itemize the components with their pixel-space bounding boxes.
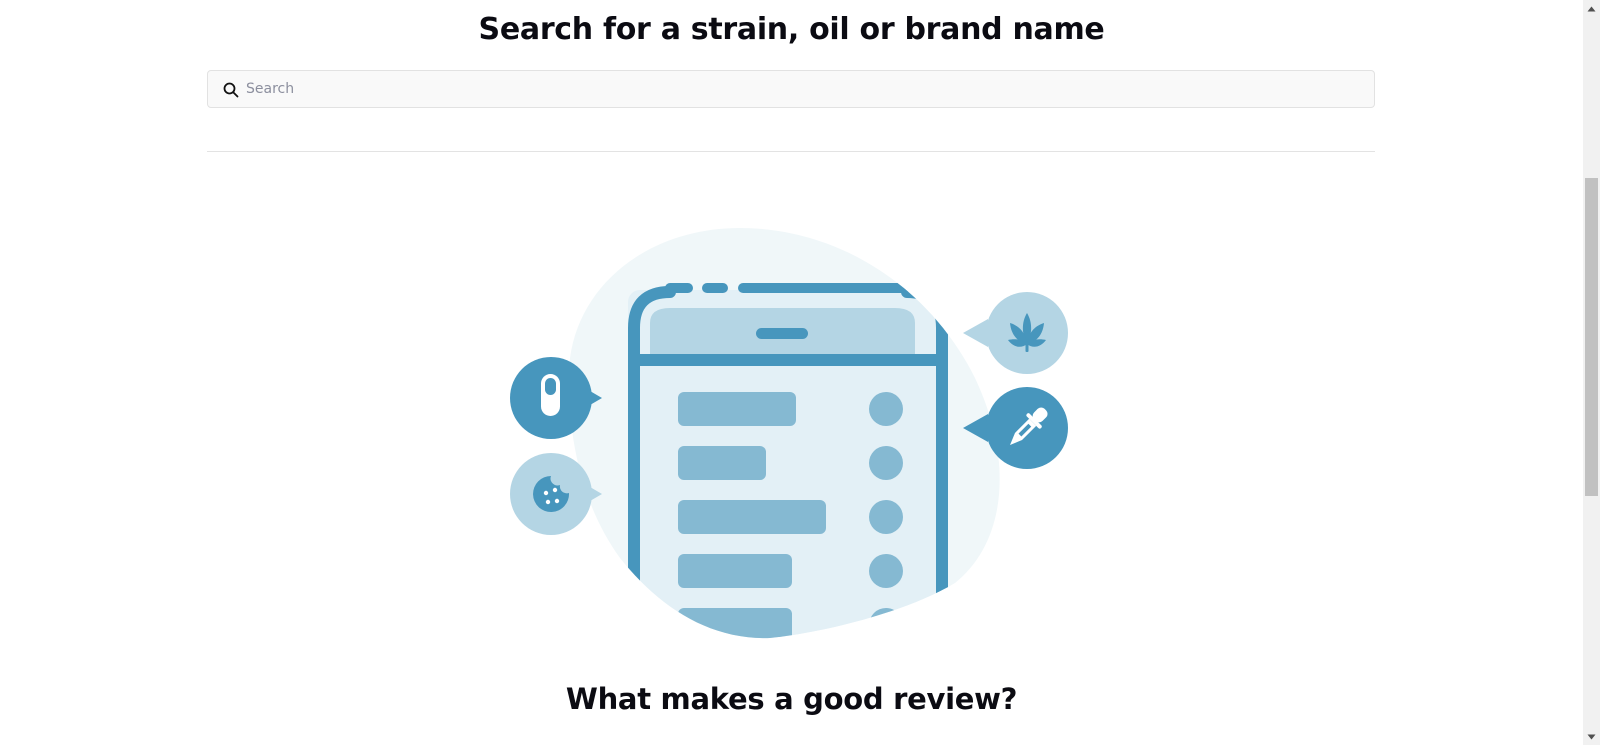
divider: [207, 151, 1375, 152]
section-heading: What makes a good review?: [565, 682, 1018, 716]
scrollbar-thumb[interactable]: [1585, 178, 1598, 496]
scroll-up-arrow-icon[interactable]: [1583, 0, 1600, 17]
search-box[interactable]: [207, 70, 1375, 108]
vertical-scrollbar[interactable]: [1583, 0, 1600, 745]
cannabis-leaf-icon: [963, 292, 1068, 374]
page-title: Search for a strain, oil or brand name: [478, 12, 1105, 47]
scroll-down-arrow-icon[interactable]: [1583, 728, 1600, 745]
phone-list-illustration: [510, 228, 1068, 639]
search-icon: [223, 82, 239, 98]
page: Search for a strain, oil or brand name S…: [0, 0, 1583, 745]
phone-illustration: [628, 283, 948, 639]
search-input[interactable]: [246, 71, 1356, 107]
